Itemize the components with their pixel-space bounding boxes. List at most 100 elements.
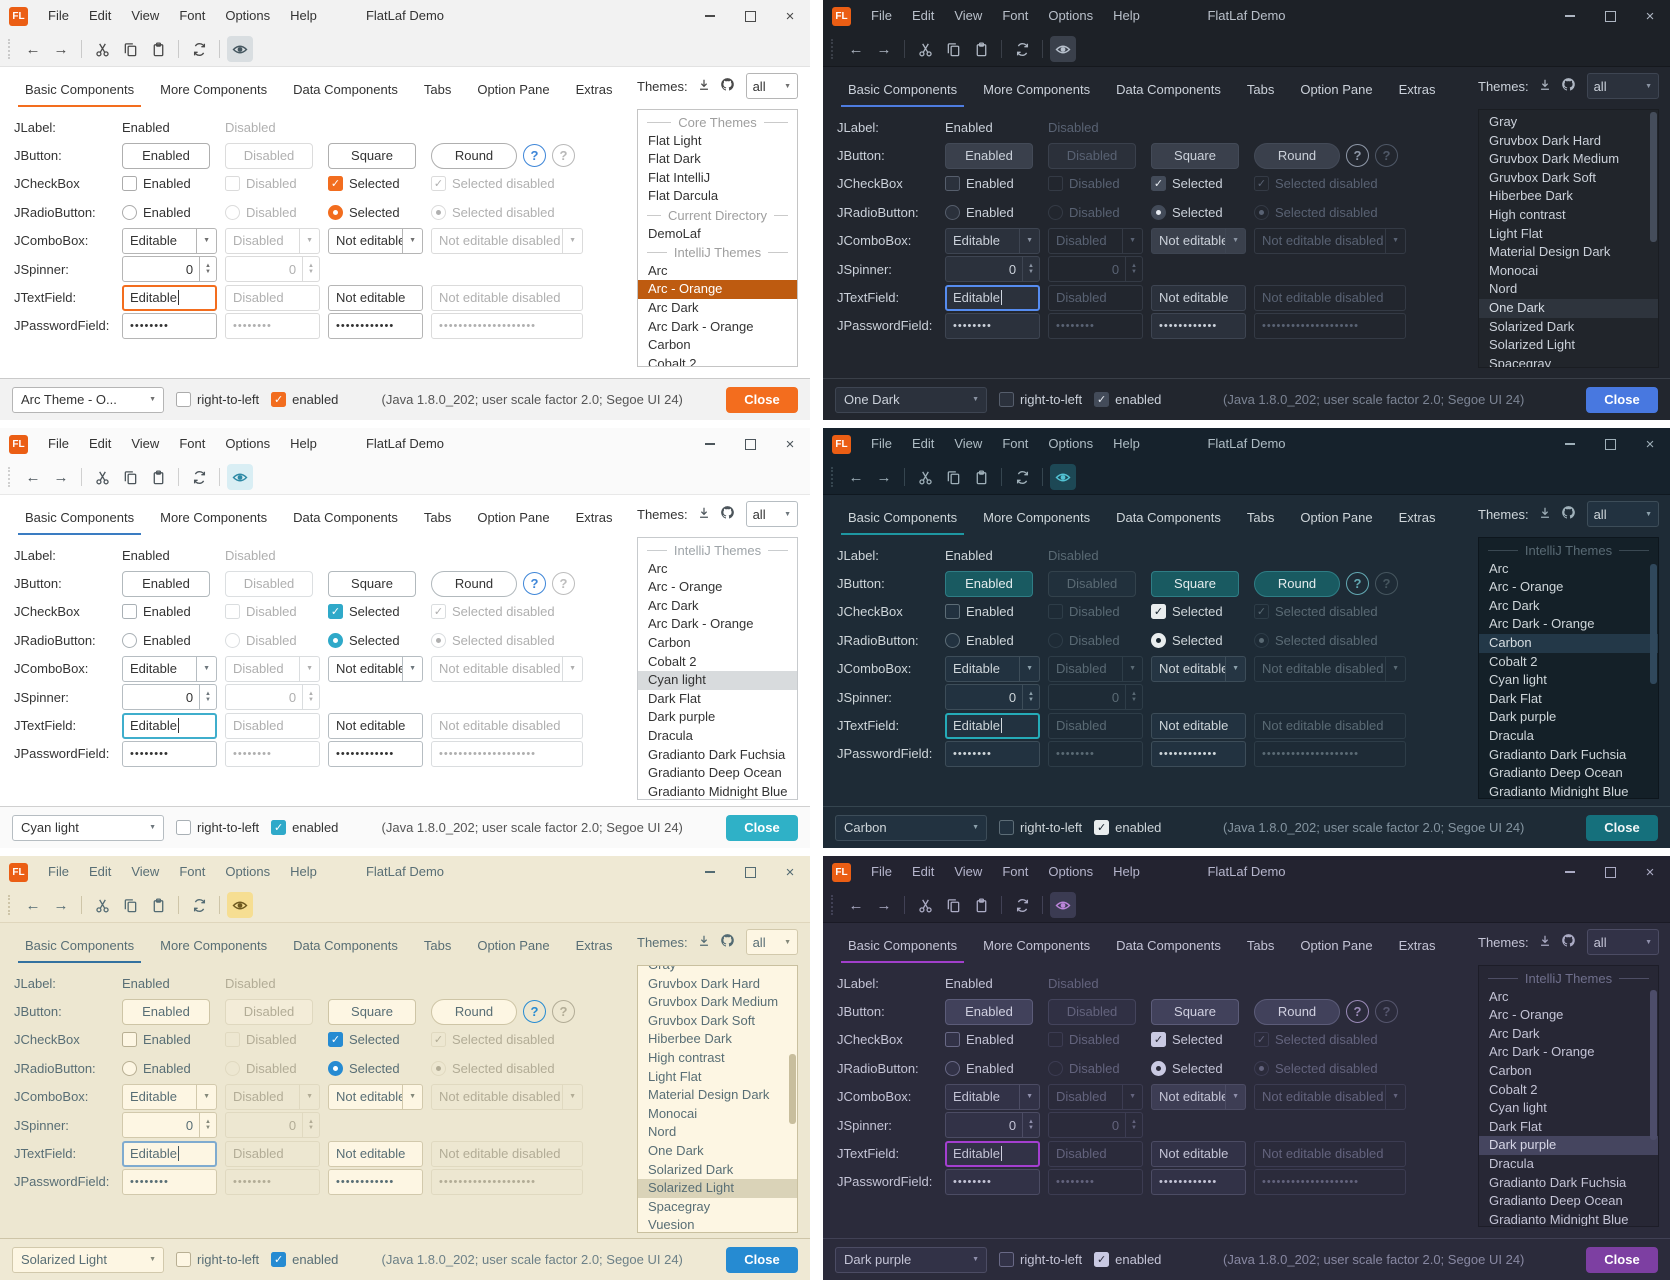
button[interactable]: Square — [1151, 143, 1239, 169]
theme-list-item[interactable]: Gradianto Deep Ocean — [1479, 1192, 1658, 1211]
copy-button[interactable] — [940, 36, 966, 62]
tab-data-components[interactable]: Data Components — [1103, 82, 1234, 107]
inspect-toggle-button[interactable] — [1050, 36, 1076, 62]
theme-list-item[interactable]: Gradianto Midnight Blue — [1479, 1211, 1658, 1227]
menu-help[interactable]: Help — [1103, 0, 1150, 32]
paste-button[interactable] — [145, 464, 171, 490]
help-button[interactable]: ? — [552, 572, 575, 595]
theme-list-item[interactable]: One Dark — [638, 1142, 797, 1161]
right-to-left-checkbox[interactable]: right-to-left — [999, 392, 1082, 407]
round-button[interactable]: Round — [431, 143, 517, 169]
text-field[interactable]: Not editable — [328, 1141, 423, 1167]
maximize-button[interactable] — [730, 856, 770, 888]
menu-edit[interactable]: Edit — [902, 428, 944, 460]
theme-list-item[interactable]: Gray — [1479, 113, 1658, 132]
help-button[interactable]: ? — [1346, 144, 1369, 167]
theme-list-item[interactable]: Gradianto Dark Fuchsia — [1479, 1174, 1658, 1193]
close-button[interactable]: Close — [1586, 1247, 1658, 1273]
checkbox[interactable]: Enabled — [945, 604, 1014, 619]
close-window-button[interactable]: × — [770, 0, 810, 32]
maximize-button[interactable] — [730, 428, 770, 460]
menu-font[interactable]: Font — [992, 428, 1038, 460]
theme-list-item[interactable]: Arc — [638, 560, 797, 579]
button[interactable]: Enabled — [945, 999, 1033, 1025]
paste-button[interactable] — [968, 892, 994, 918]
tab-tabs[interactable]: Tabs — [411, 938, 464, 963]
enabled-checkbox[interactable]: ✓ enabled — [271, 820, 338, 835]
button[interactable]: Square — [328, 571, 416, 597]
maximize-button[interactable] — [1590, 0, 1630, 32]
github-icon[interactable] — [1561, 77, 1576, 95]
theme-filter-combobox[interactable]: all ▼ — [1587, 73, 1659, 99]
menu-help[interactable]: Help — [280, 0, 327, 32]
theme-list-item[interactable]: Gruvbox Dark Hard — [638, 975, 797, 994]
theme-list-item[interactable]: Cobalt 2 — [1479, 653, 1658, 672]
theme-list-item[interactable]: Gruvbox Dark Soft — [638, 1012, 797, 1031]
theme-list-item[interactable]: DemoLaf — [638, 225, 797, 244]
tab-basic-components[interactable]: Basic Components — [12, 938, 147, 963]
button[interactable]: Enabled — [945, 571, 1033, 597]
theme-filter-combobox[interactable]: all ▼ — [746, 501, 798, 527]
close-button[interactable]: Close — [726, 1247, 798, 1273]
menu-font[interactable]: Font — [992, 856, 1038, 888]
copy-button[interactable] — [117, 892, 143, 918]
menu-view[interactable]: View — [121, 428, 169, 460]
theme-list-item[interactable]: Gray — [638, 965, 797, 975]
theme-combobox[interactable]: Dark purple ▼ — [835, 1247, 987, 1273]
maximize-button[interactable] — [1590, 856, 1630, 888]
theme-list-item[interactable]: Arc Dark — [638, 597, 797, 616]
menu-edit[interactable]: Edit — [79, 856, 121, 888]
copy-button[interactable] — [940, 464, 966, 490]
minimize-button[interactable] — [690, 856, 730, 888]
tab-tabs[interactable]: Tabs — [1234, 82, 1287, 107]
theme-list-item[interactable]: Arc - Orange — [638, 578, 797, 597]
text-field[interactable]: Editable — [122, 285, 217, 311]
cut-button[interactable] — [89, 464, 115, 490]
close-button[interactable]: Close — [1586, 387, 1658, 413]
round-button[interactable]: Round — [431, 999, 517, 1025]
theme-list-item[interactable]: Spacegray — [1479, 355, 1658, 368]
theme-list-item[interactable]: Light Flat — [638, 1068, 797, 1087]
checkbox[interactable]: Enabled — [945, 176, 1014, 191]
tab-extras[interactable]: Extras — [1386, 82, 1449, 107]
download-icon[interactable] — [1538, 934, 1552, 951]
theme-list-item[interactable]: Arc Dark - Orange — [638, 615, 797, 634]
theme-list-item[interactable]: Cobalt 2 — [638, 355, 797, 367]
github-icon[interactable] — [1561, 505, 1576, 523]
theme-list-item[interactable]: Gradianto Deep Ocean — [1479, 764, 1658, 783]
radiobox[interactable]: Enabled — [122, 205, 191, 220]
menu-options[interactable]: Options — [1038, 0, 1103, 32]
inspect-toggle-button[interactable] — [227, 36, 253, 62]
theme-list-item[interactable]: Material Design Dark — [638, 1086, 797, 1105]
combobox[interactable]: Editable▼ — [122, 656, 217, 682]
theme-list-item[interactable]: Vuesion — [638, 1216, 797, 1233]
toolbar-grip[interactable] — [8, 467, 14, 487]
cut-button[interactable] — [912, 36, 938, 62]
combobox[interactable]: Not editable▼ — [1151, 656, 1246, 682]
forward-button[interactable]: → — [48, 36, 74, 62]
tab-extras[interactable]: Extras — [563, 82, 626, 107]
theme-list-item[interactable]: Gradianto Deep Ocean — [638, 764, 797, 783]
back-button[interactable]: ← — [843, 464, 869, 490]
text-field[interactable]: Not editable — [1151, 713, 1246, 739]
toolbar-grip[interactable] — [8, 39, 14, 59]
theme-list[interactable]: GrayGruvbox Dark HardGruvbox Dark Medium… — [637, 965, 798, 1233]
close-window-button[interactable]: × — [1630, 428, 1670, 460]
theme-list-item[interactable]: Nord — [638, 1123, 797, 1142]
menu-options[interactable]: Options — [1038, 428, 1103, 460]
menu-edit[interactable]: Edit — [79, 0, 121, 32]
menu-options[interactable]: Options — [215, 428, 280, 460]
tab-extras[interactable]: Extras — [1386, 938, 1449, 963]
github-icon[interactable] — [1561, 933, 1576, 951]
spinner[interactable]: 0▲▼ — [945, 256, 1040, 282]
theme-list-item[interactable]: High contrast — [638, 1049, 797, 1068]
radiobox[interactable]: Selected — [328, 633, 400, 648]
tab-basic-components[interactable]: Basic Components — [12, 82, 147, 107]
theme-list-item[interactable]: Gradianto Dark Fuchsia — [638, 746, 797, 765]
radiobox[interactable]: Selected — [1151, 633, 1223, 648]
password-field[interactable]: •••••••••••• — [328, 1169, 423, 1195]
spinner[interactable]: 0▲▼ — [945, 684, 1040, 710]
maximize-button[interactable] — [1590, 428, 1630, 460]
menu-options[interactable]: Options — [215, 856, 280, 888]
cut-button[interactable] — [89, 892, 115, 918]
